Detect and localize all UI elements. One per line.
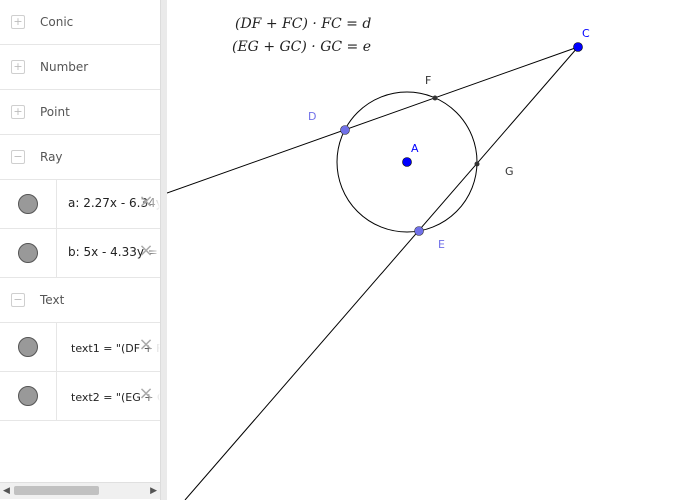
category-label: Number [40, 60, 89, 74]
delete-icon[interactable]: × [138, 242, 154, 260]
category-label: Text [40, 293, 65, 307]
category-point[interactable]: + Point [0, 90, 160, 135]
category-label: Ray [40, 150, 63, 164]
construction-canvas[interactable]: A C D E F G [167, 0, 700, 500]
label-d: D [308, 110, 316, 123]
horizontal-scrollbar[interactable]: ◀ ▶ [0, 482, 160, 499]
graphics-view[interactable]: (DF + FC) · FC = d (EG + GC) · GC = e A … [167, 0, 700, 500]
point-a[interactable] [402, 157, 412, 167]
marble-column [0, 180, 57, 228]
point-c[interactable] [573, 42, 583, 52]
category-label: Conic [40, 15, 74, 29]
algebra-panel: + Conic + Number + Point − Ray a: 2.27x … [0, 0, 161, 500]
visibility-toggle-icon[interactable] [18, 243, 38, 263]
category-text[interactable]: − Text [0, 278, 160, 323]
point-f[interactable] [432, 95, 438, 101]
ray-a[interactable] [167, 46, 579, 194]
algebra-item-ray-b[interactable]: b: 5x - 4.33y = -16.37 × [0, 229, 160, 278]
scrollbar-thumb[interactable] [14, 486, 99, 495]
expand-toggle-icon[interactable]: + [11, 105, 25, 119]
label-c: C [582, 27, 590, 40]
expand-toggle-icon[interactable]: + [11, 60, 25, 74]
algebra-item-ray-a[interactable]: a: 2.27x - 6.34y = -53.05 × [0, 180, 160, 229]
label-g: G [505, 165, 514, 178]
algebra-item-text1[interactable]: text1 = "(DF + FC) · FC = d" × [0, 323, 160, 372]
collapse-toggle-icon[interactable]: − [11, 150, 25, 164]
expand-toggle-icon[interactable]: + [11, 15, 25, 29]
scroll-right-icon[interactable]: ▶ [150, 486, 157, 496]
category-ray[interactable]: − Ray [0, 135, 160, 180]
ray-b[interactable] [184, 46, 579, 500]
point-d[interactable] [340, 125, 350, 135]
label-e: E [438, 238, 445, 251]
collapse-toggle-icon[interactable]: − [11, 293, 25, 307]
delete-icon[interactable]: × [138, 336, 154, 354]
label-a: A [411, 142, 419, 155]
marble-column [0, 372, 57, 420]
marble-column [0, 229, 57, 277]
category-number[interactable]: + Number [0, 45, 160, 90]
delete-icon[interactable]: × [138, 193, 154, 211]
visibility-toggle-icon[interactable] [18, 194, 38, 214]
scroll-left-icon[interactable]: ◀ [3, 486, 10, 496]
point-e[interactable] [414, 226, 424, 236]
marble-column [0, 323, 57, 371]
visibility-toggle-icon[interactable] [18, 386, 38, 406]
visibility-toggle-icon[interactable] [18, 337, 38, 357]
algebra-item-text2[interactable]: text2 = "(EG + GC) · GC = e" × [0, 372, 160, 421]
point-g[interactable] [474, 161, 480, 167]
delete-icon[interactable]: × [138, 385, 154, 403]
category-conic[interactable]: + Conic [0, 0, 160, 45]
category-label: Point [40, 105, 70, 119]
label-f: F [425, 74, 431, 87]
